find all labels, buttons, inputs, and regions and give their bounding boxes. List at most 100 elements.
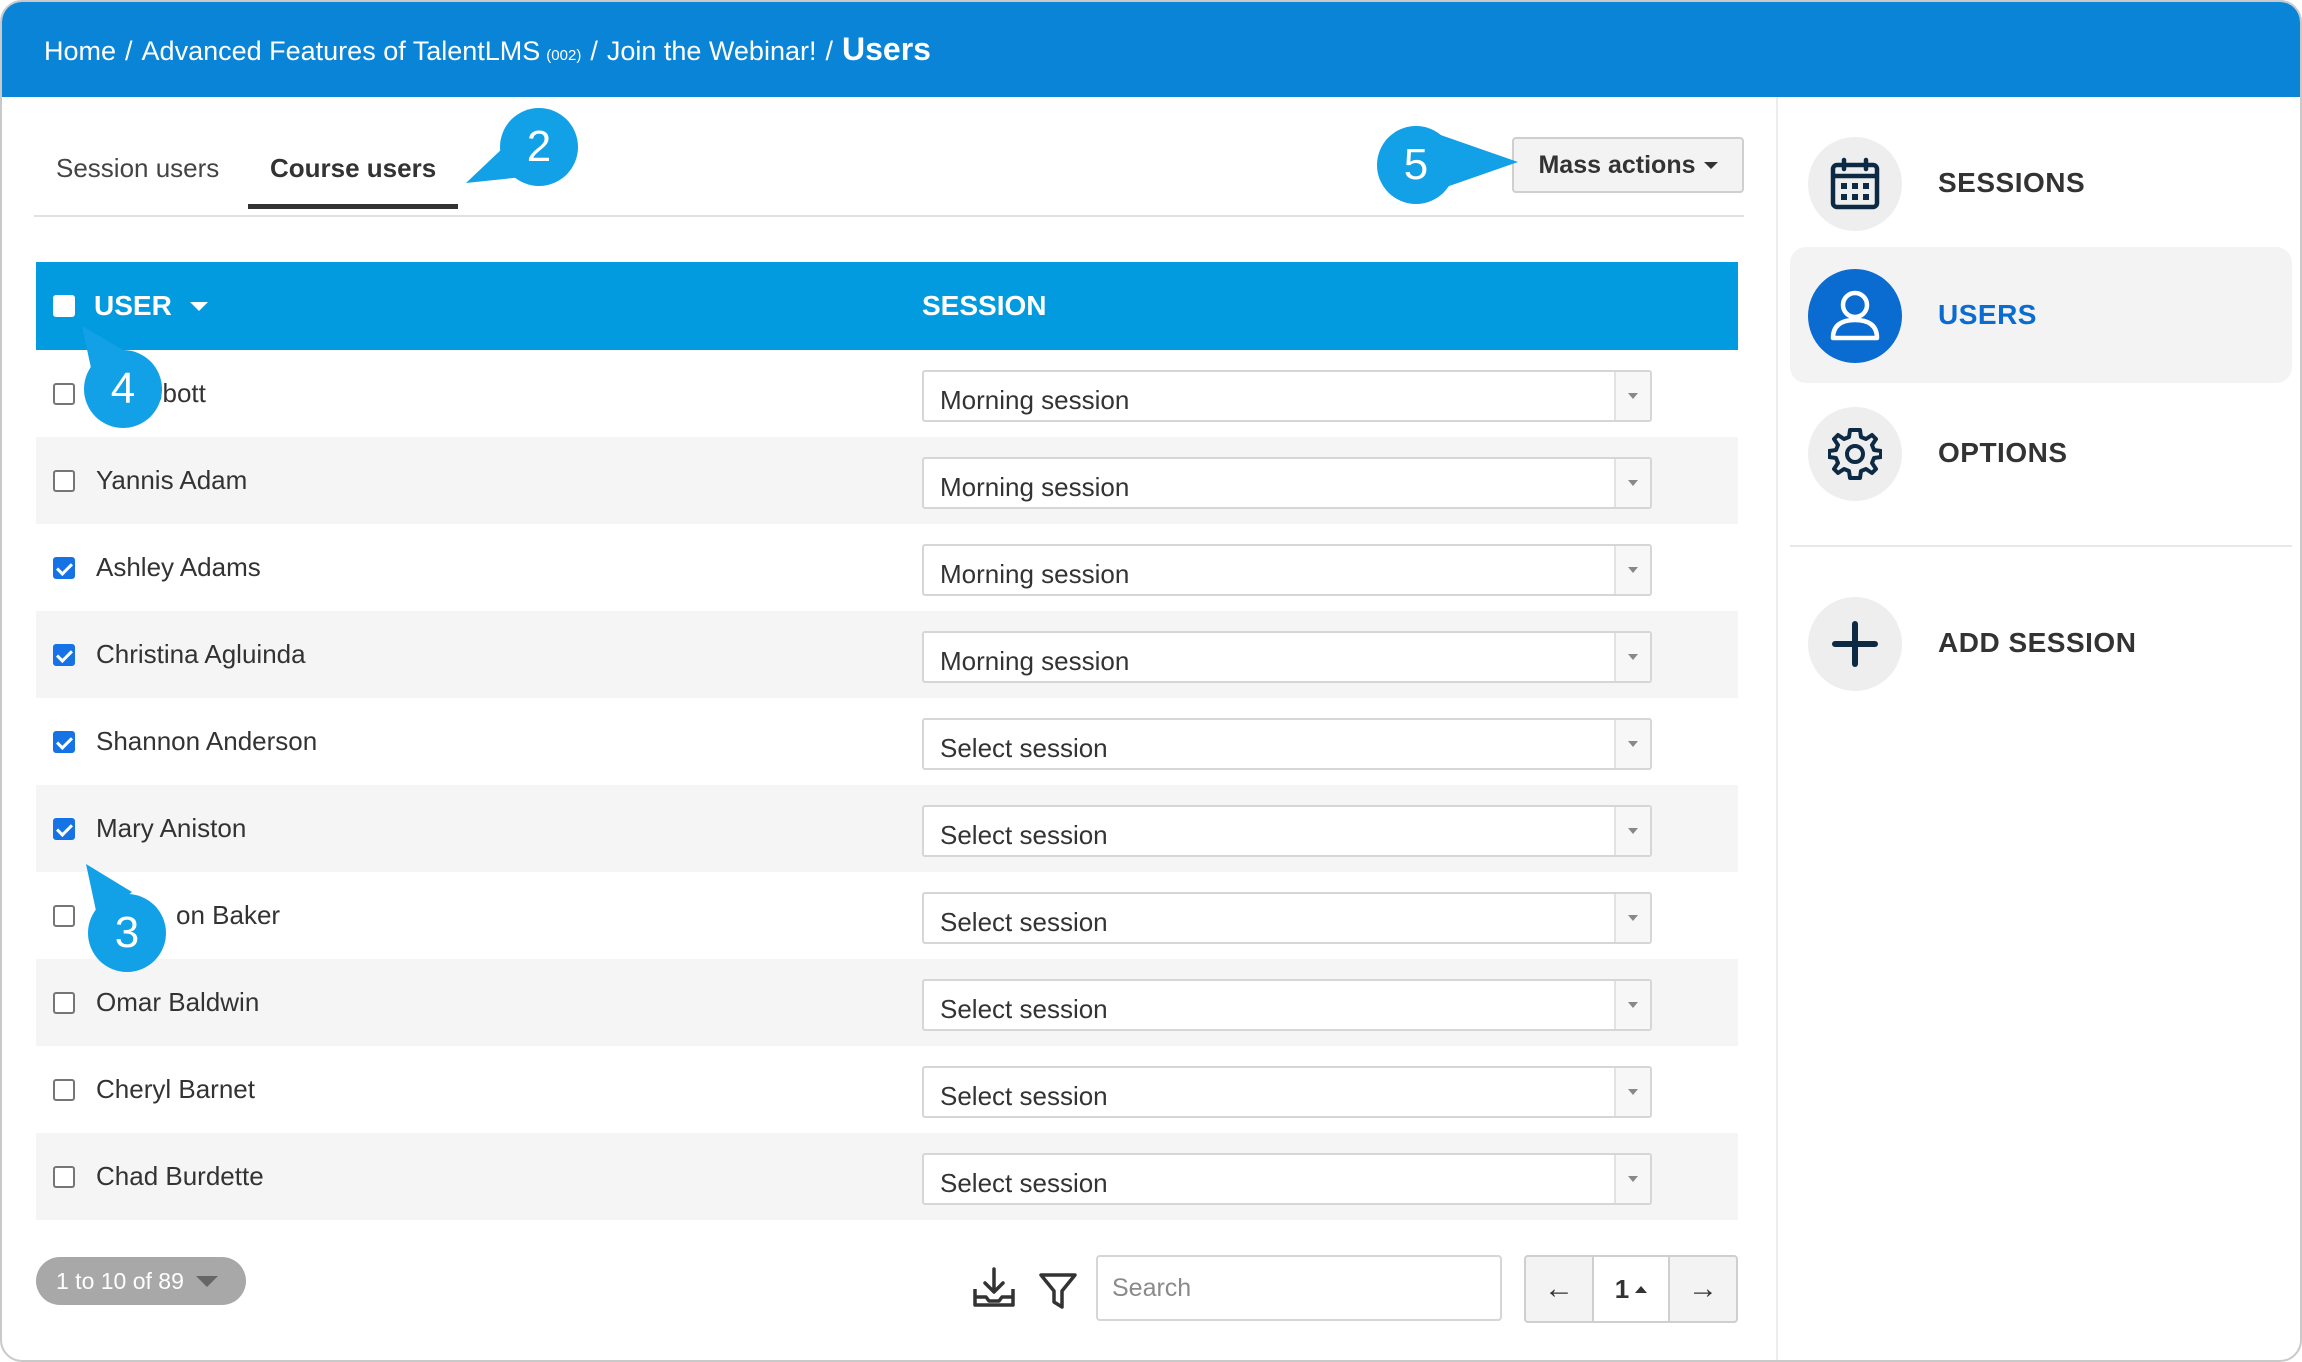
table-row: Mary Aniston Select session bbox=[36, 785, 1738, 872]
session-select-value: Morning session bbox=[940, 646, 1130, 676]
callout-number: 2 bbox=[526, 122, 552, 171]
row-checkbox[interactable] bbox=[53, 818, 75, 840]
session-select-value: Select session bbox=[940, 820, 1108, 850]
callout-5: 5 bbox=[1377, 126, 1455, 204]
gear-icon bbox=[1828, 428, 1882, 480]
session-select-value: Morning session bbox=[940, 472, 1130, 502]
search-input[interactable] bbox=[1096, 1255, 1502, 1321]
side-item-options[interactable]: OPTIONS bbox=[1790, 385, 2292, 521]
row-checkbox[interactable] bbox=[53, 731, 75, 753]
breadcrumb-home[interactable]: Home bbox=[44, 36, 116, 67]
side-item-label: ADD SESSION bbox=[1938, 627, 2137, 658]
add-session-button[interactable]: ADD SESSION bbox=[1790, 575, 2292, 711]
main-panel: Session users Course users Mass actions … bbox=[34, 97, 1744, 1360]
user-name: Shannon Anderson bbox=[96, 726, 318, 756]
callout-2: 2 bbox=[500, 108, 578, 186]
page-select[interactable]: 1 bbox=[1594, 1257, 1670, 1321]
user-name: Yannis Adam bbox=[96, 465, 248, 495]
mass-actions-label: Mass actions bbox=[1538, 150, 1696, 179]
side-item-label: OPTIONS bbox=[1938, 437, 2068, 468]
session-select[interactable]: Select session bbox=[922, 892, 1652, 944]
side-divider bbox=[1790, 545, 2292, 547]
mass-actions-button[interactable]: Mass actions bbox=[1512, 137, 1744, 193]
column-user-label: USER bbox=[94, 290, 172, 321]
column-session-header: SESSION bbox=[922, 290, 1047, 321]
table-row: Chad Burdette Select session bbox=[36, 1133, 1738, 1220]
session-select-value: Morning session bbox=[940, 559, 1130, 589]
next-page-button[interactable]: → bbox=[1670, 1257, 1736, 1321]
callout-number: 5 bbox=[1403, 140, 1429, 189]
app-window: Home / Advanced Features of TalentLMS (0… bbox=[0, 0, 2302, 1362]
session-select[interactable]: Select session bbox=[922, 805, 1652, 857]
dropdown-arrow-icon bbox=[1614, 546, 1650, 594]
pagination-count-dropdown[interactable]: 1 to 10 of 89 bbox=[36, 1257, 246, 1305]
top-bar: Home / Advanced Features of TalentLMS (0… bbox=[2, 2, 2300, 97]
column-user-header[interactable]: USER bbox=[94, 290, 208, 322]
chevron-down-icon bbox=[1703, 161, 1718, 169]
breadcrumb-separator: / bbox=[125, 36, 133, 66]
chevron-down-icon bbox=[195, 1275, 218, 1287]
download-icon[interactable] bbox=[972, 1267, 1016, 1309]
row-checkbox[interactable] bbox=[53, 470, 75, 492]
select-all-checkbox[interactable] bbox=[53, 295, 75, 317]
user-icon bbox=[1830, 290, 1880, 341]
breadcrumb-course[interactable]: Advanced Features of TalentLMS bbox=[142, 36, 541, 67]
breadcrumb-section[interactable]: Join the Webinar! bbox=[607, 36, 817, 67]
session-select-value: Select session bbox=[940, 907, 1108, 937]
breadcrumb-separator: / bbox=[825, 36, 833, 66]
side-icon-circle bbox=[1808, 137, 1902, 231]
row-checkbox[interactable] bbox=[53, 905, 75, 927]
user-name: Chad Burdette bbox=[96, 1161, 264, 1191]
side-icon-circle bbox=[1808, 597, 1902, 691]
session-select[interactable]: Morning session bbox=[922, 544, 1652, 596]
session-select[interactable]: Morning session bbox=[922, 631, 1652, 683]
filter-icon[interactable] bbox=[1038, 1271, 1078, 1311]
session-select[interactable]: Select session bbox=[922, 1153, 1652, 1205]
row-checkbox[interactable] bbox=[53, 1079, 75, 1101]
row-checkbox[interactable] bbox=[53, 644, 75, 666]
row-checkbox[interactable] bbox=[53, 1166, 75, 1188]
breadcrumb-course-code: (002) bbox=[546, 47, 582, 64]
side-item-users[interactable]: USERS bbox=[1790, 247, 2292, 383]
callout-4: 4 bbox=[84, 350, 162, 428]
side-icon-circle bbox=[1808, 407, 1902, 501]
session-select[interactable]: Morning session bbox=[922, 457, 1652, 509]
user-name: Mary Aniston bbox=[96, 813, 247, 843]
callout-number: 4 bbox=[110, 364, 136, 413]
chevron-up-icon bbox=[1635, 1285, 1648, 1293]
dropdown-arrow-icon bbox=[1614, 1155, 1650, 1203]
pagination-count-label: 1 to 10 of 89 bbox=[56, 1267, 184, 1294]
callout-3: 3 bbox=[88, 894, 166, 972]
table-row: Cheryl Barnet Select session bbox=[36, 1046, 1738, 1133]
session-select[interactable]: Select session bbox=[922, 979, 1652, 1031]
row-checkbox[interactable] bbox=[53, 557, 75, 579]
user-name: Omar Baldwin bbox=[96, 987, 260, 1017]
plus-icon bbox=[1832, 621, 1878, 667]
dropdown-arrow-icon bbox=[1614, 807, 1650, 855]
dropdown-arrow-icon bbox=[1614, 372, 1650, 420]
session-select-value: Select session bbox=[940, 994, 1108, 1024]
tab-course-users[interactable]: Course users bbox=[248, 153, 459, 209]
side-item-sessions[interactable]: SESSIONS bbox=[1790, 115, 2292, 251]
dropdown-arrow-icon bbox=[1614, 1068, 1650, 1116]
dropdown-arrow-icon bbox=[1614, 981, 1650, 1029]
tab-session-users[interactable]: Session users bbox=[34, 153, 241, 210]
user-name: on Baker bbox=[176, 900, 281, 930]
side-item-label: SESSIONS bbox=[1938, 167, 2086, 198]
table-row: tte Abbott Morning session bbox=[36, 350, 1738, 437]
users-table: USER SESSION tte Abbott Morning session … bbox=[36, 262, 1738, 1220]
session-select-value: Morning session bbox=[940, 385, 1130, 415]
dropdown-arrow-icon bbox=[1614, 459, 1650, 507]
session-select[interactable]: Select session bbox=[922, 1066, 1652, 1118]
table-row: Christina Agluinda Morning session bbox=[36, 611, 1738, 698]
dropdown-arrow-icon bbox=[1614, 633, 1650, 681]
dropdown-arrow-icon bbox=[1614, 894, 1650, 942]
table-row: Yannis Adam Morning session bbox=[36, 437, 1738, 524]
row-checkbox[interactable] bbox=[53, 383, 75, 405]
table-row: Omar Baldwin Select session bbox=[36, 959, 1738, 1046]
row-checkbox[interactable] bbox=[53, 992, 75, 1014]
session-select[interactable]: Select session bbox=[922, 718, 1652, 770]
session-select[interactable]: Morning session bbox=[922, 370, 1652, 422]
session-select-value: Select session bbox=[940, 733, 1108, 763]
prev-page-button[interactable]: ← bbox=[1526, 1257, 1594, 1321]
